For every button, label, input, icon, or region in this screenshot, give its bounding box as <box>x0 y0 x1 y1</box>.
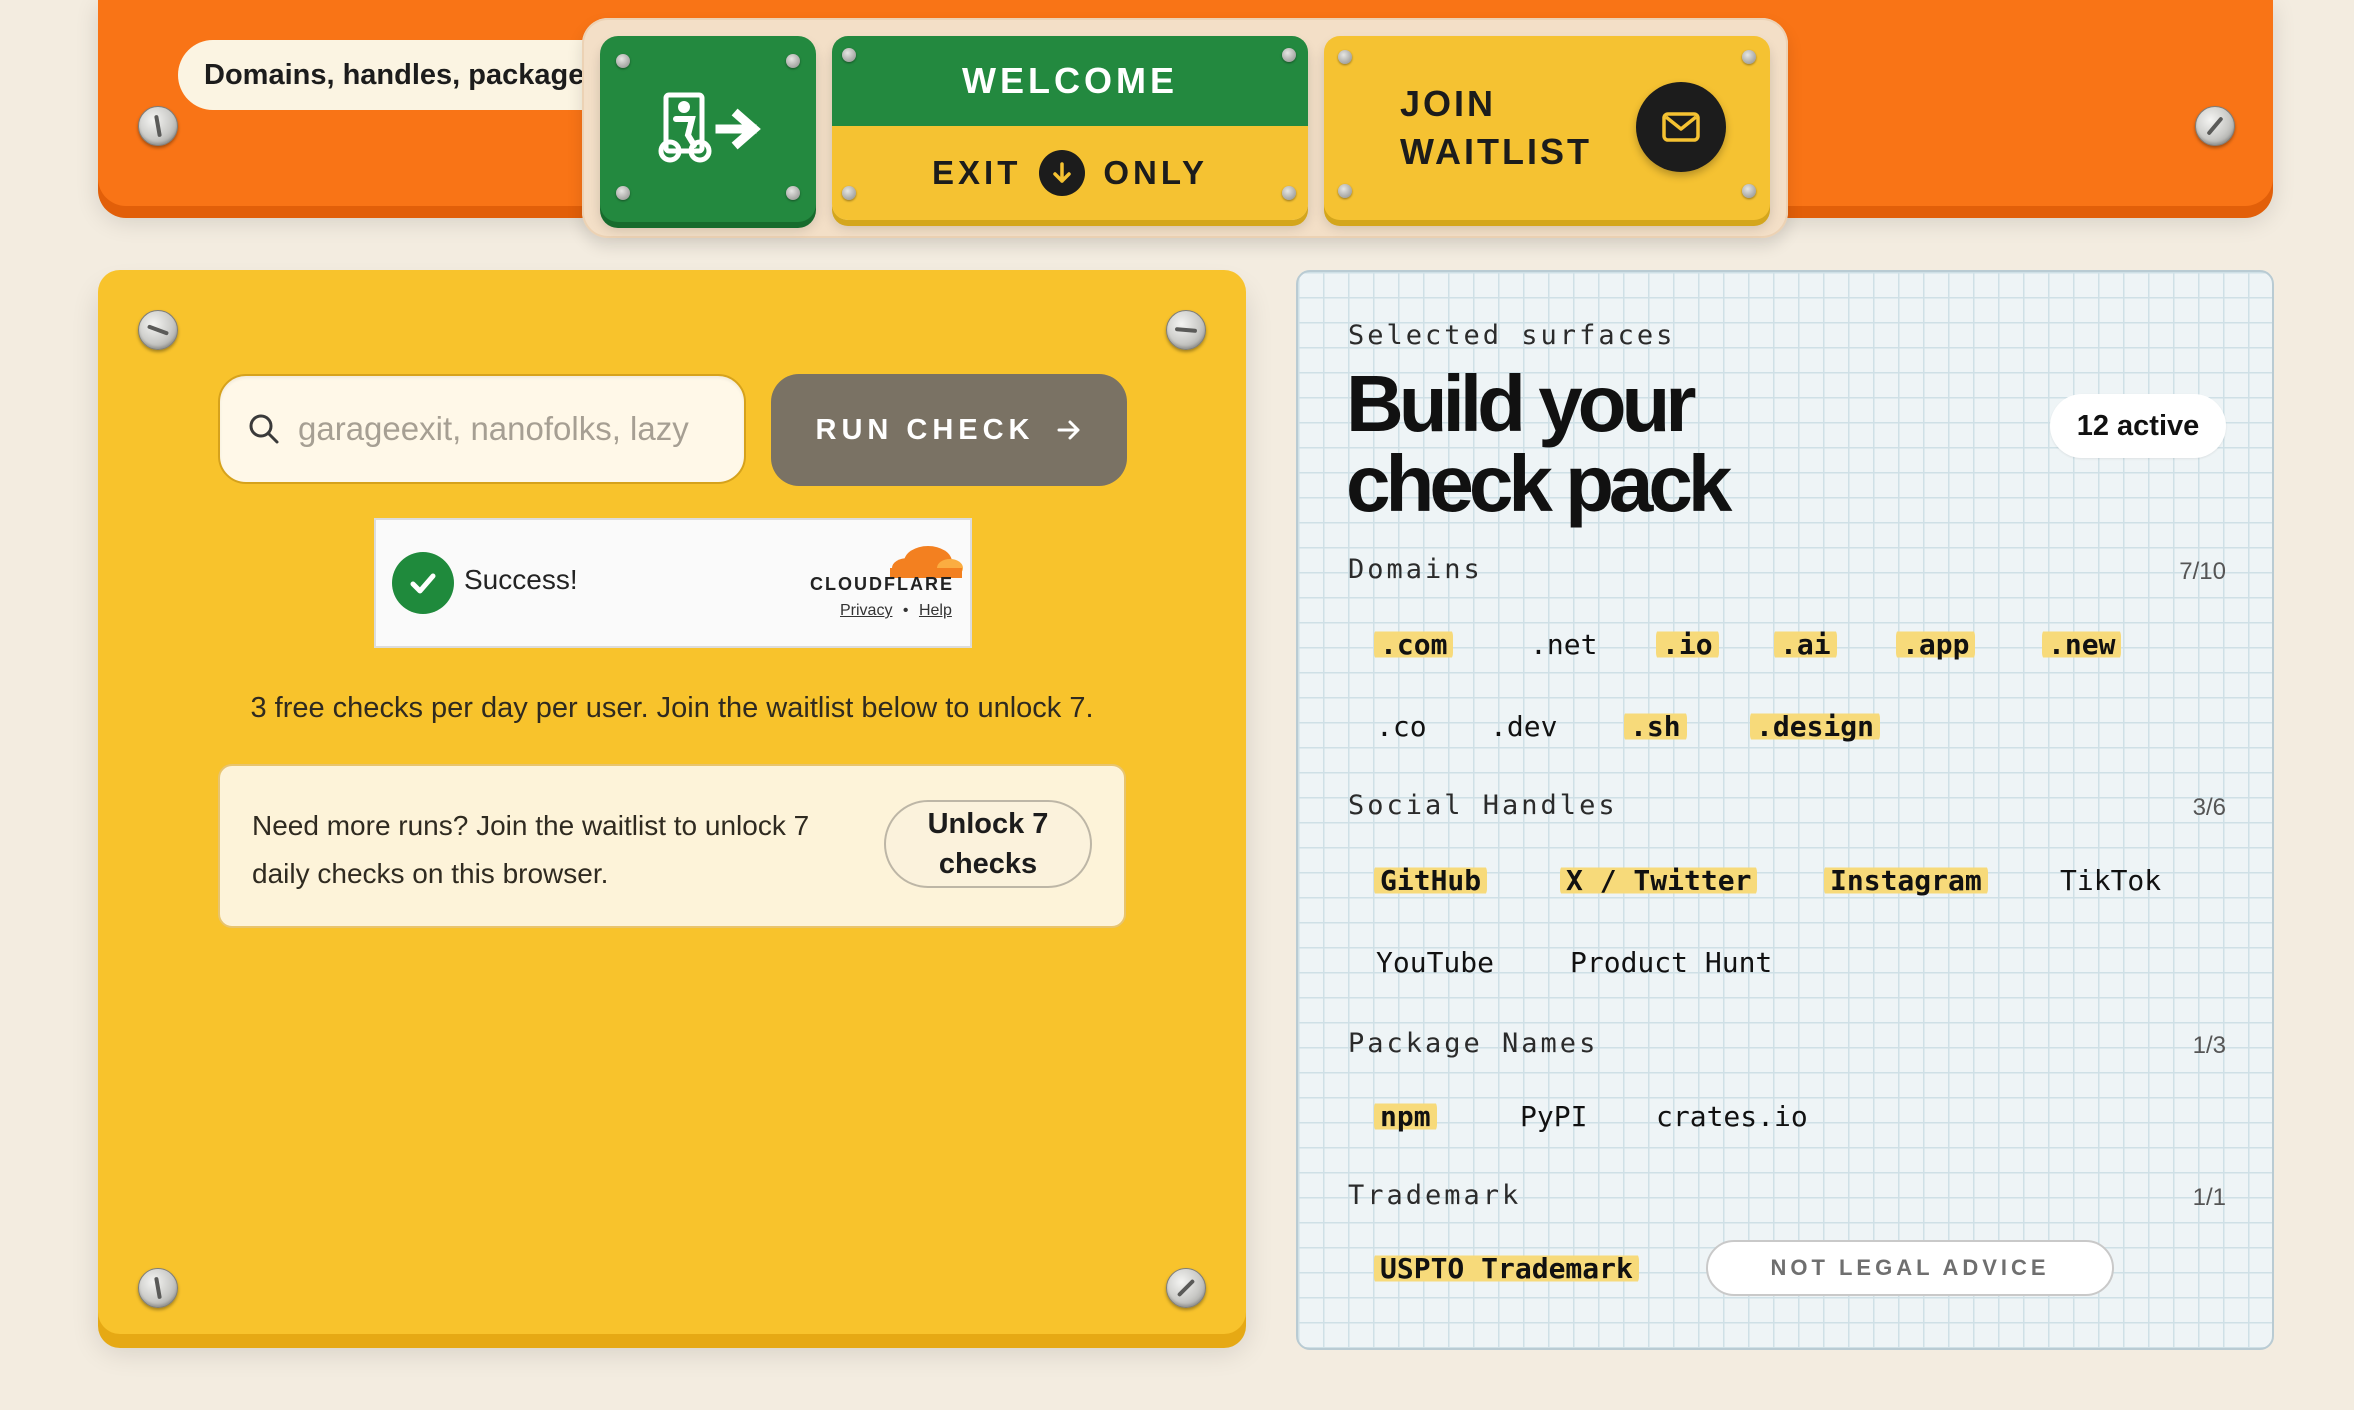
section-title-trademark: Trademark <box>1348 1180 1522 1211</box>
chip-domain-sh[interactable]: .sh <box>1624 708 1687 745</box>
not-legal-advice-badge: NOT LEGAL ADVICE <box>1706 1240 2114 1296</box>
checker-panel: RUN CHECK Success! CLOUDFLARE Privacy • … <box>98 270 1246 1334</box>
rivet-icon <box>1742 50 1756 64</box>
section-count-social: 3/6 <box>2192 794 2226 821</box>
chip-social-github[interactable]: GitHub <box>1374 862 1488 899</box>
chip-package-crates[interactable]: crates.io <box>1650 1098 1814 1135</box>
page-title: Build your check pack <box>1346 364 1866 524</box>
mail-icon <box>1636 82 1726 172</box>
unlock-card-text: Need more runs? Join the waitlist to unl… <box>252 810 810 889</box>
chip-domain-new[interactable]: .new <box>2042 626 2122 663</box>
rivet-icon <box>842 186 856 200</box>
section-title-packages: Package Names <box>1348 1028 1599 1059</box>
join-waitlist-label: JOIN WAITLIST <box>1400 80 1592 176</box>
screw-icon <box>1166 310 1206 350</box>
turnstile-status: Success! <box>464 564 578 595</box>
arrow-down-icon <box>1039 150 1086 196</box>
chip-social-instagram[interactable]: Instagram <box>1824 862 1988 899</box>
rivet-icon <box>1338 50 1352 64</box>
rivet-icon <box>616 54 630 68</box>
section-title-social: Social Handles <box>1348 790 1618 821</box>
rivet-icon <box>786 186 800 200</box>
screw-icon <box>138 106 178 146</box>
cloudflare-logo <box>890 546 963 578</box>
join-waitlist-line1: JOIN <box>1400 83 1497 124</box>
rivet-icon <box>616 186 630 200</box>
chip-package-npm[interactable]: npm <box>1374 1098 1437 1135</box>
turnstile-links: Privacy • Help <box>840 602 952 620</box>
help-link[interactable]: Help <box>919 602 952 619</box>
chip-social-twitter[interactable]: X / Twitter <box>1560 862 1758 899</box>
cloudflare-turnstile[interactable]: Success! CLOUDFLARE Privacy • Help <box>374 518 972 648</box>
cloudflare-brand: CLOUDFLARE <box>810 574 954 594</box>
screw-icon <box>1166 1268 1206 1308</box>
privacy-link[interactable]: Privacy <box>840 602 892 619</box>
screw-icon <box>138 1268 178 1308</box>
checkmark-icon <box>392 552 454 614</box>
rivet-icon <box>1282 186 1296 200</box>
screw-icon <box>2195 106 2235 146</box>
chip-domain-io[interactable]: .io <box>1656 626 1719 663</box>
unlock-card: Need more runs? Join the waitlist to unl… <box>218 764 1126 928</box>
chip-social-youtube[interactable]: YouTube <box>1370 944 1500 981</box>
search-field[interactable] <box>218 374 746 484</box>
chip-domain-net[interactable]: .net <box>1524 626 1603 663</box>
chip-social-tiktok[interactable]: TikTok <box>2054 862 2167 899</box>
exit-text: EXIT <box>932 154 1022 191</box>
exit-sign-icon <box>658 92 761 163</box>
page-title-line2: check pack <box>1346 439 1732 528</box>
chip-domain-dev[interactable]: .dev <box>1484 708 1563 745</box>
search-icon <box>249 414 279 444</box>
only-text: ONLY <box>1103 154 1208 191</box>
join-waitlist-line2: WAITLIST <box>1400 131 1592 172</box>
chip-domain-ai[interactable]: .ai <box>1774 626 1837 663</box>
daily-limit-text: 3 free checks per day per user. Join the… <box>250 692 1094 724</box>
page-title-line1: Build your <box>1346 359 1697 448</box>
run-check-label: RUN CHECK <box>815 413 1035 446</box>
run-check-button[interactable]: RUN CHECK <box>771 374 1127 486</box>
section-count-packages: 1/3 <box>2192 1032 2226 1059</box>
search-input[interactable] <box>296 409 716 449</box>
rivet-icon <box>1282 48 1296 62</box>
exit-sign[interactable] <box>600 36 816 222</box>
screw-icon <box>138 310 178 350</box>
join-waitlist-button[interactable]: JOIN WAITLIST <box>1324 36 1770 220</box>
active-count-badge: 12 active <box>2050 394 2226 458</box>
welcome-text: WELCOME <box>962 60 1178 101</box>
selected-surfaces-label: Selected surfaces <box>1348 320 1676 351</box>
welcome-band: WELCOME <box>832 36 1308 126</box>
unlock-line2: checks <box>938 848 1038 880</box>
unlock-line1: Unlock 7 <box>927 808 1049 840</box>
rivet-icon <box>1742 184 1756 198</box>
rivet-icon <box>842 48 856 62</box>
section-title-domains: Domains <box>1348 554 1483 585</box>
welcome-exit-sign: WELCOME EXIT ONLY <box>832 36 1308 220</box>
rivet-icon <box>1338 184 1352 198</box>
surfaces-pill: Domains, handles, packages <box>178 40 618 110</box>
section-count-trademark: 1/1 <box>2192 1184 2226 1211</box>
unlock-checks-button[interactable]: Unlock 7 checks <box>884 800 1092 888</box>
chip-domain-app[interactable]: .app <box>1896 626 1976 663</box>
rivet-icon <box>786 54 800 68</box>
chip-trademark-uspto[interactable]: USPTO Trademark <box>1374 1250 1639 1287</box>
chip-domain-co[interactable]: .co <box>1370 708 1433 745</box>
check-pack-panel: Selected surfaces Build your check pack … <box>1296 270 2274 1350</box>
chip-social-producthunt[interactable]: Product Hunt <box>1564 944 1778 981</box>
exit-only-band: EXIT ONLY <box>832 126 1308 220</box>
chip-domain-com[interactable]: .com <box>1374 626 1454 663</box>
surfaces-pill-text: Domains, handles, packages <box>204 58 601 91</box>
section-count-domains: 7/10 <box>2179 558 2226 585</box>
arrow-right-icon <box>1057 420 1079 440</box>
link-separator: • <box>902 602 909 619</box>
chip-domain-design[interactable]: .design <box>1750 708 1881 745</box>
chip-package-pypi[interactable]: PyPI <box>1514 1098 1593 1135</box>
